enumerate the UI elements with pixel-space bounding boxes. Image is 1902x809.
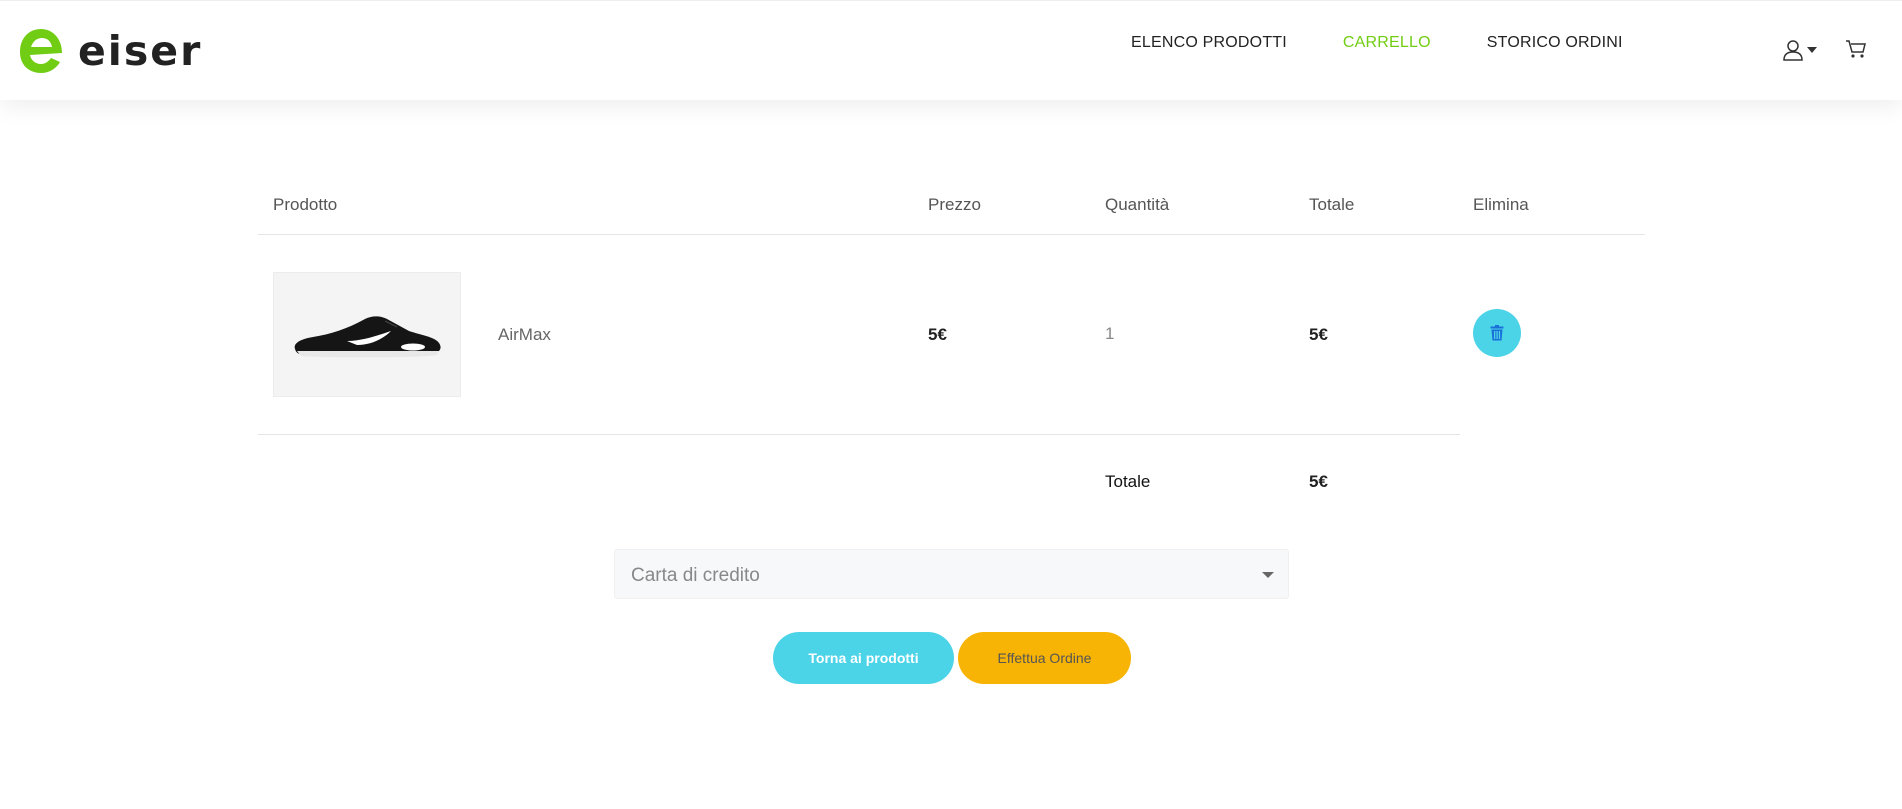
product-quantity: 1 <box>1105 324 1115 343</box>
cart-table: Prodotto Prezzo Quantità Totale Elimina … <box>258 170 1645 491</box>
caret-down-icon <box>1807 47 1817 53</box>
brand-logo[interactable]: eiser <box>18 27 202 75</box>
product-price: 5€ <box>928 325 947 344</box>
nav-item-order-history[interactable]: STORICO ORDINI <box>1487 34 1623 52</box>
delete-item-button[interactable] <box>1473 309 1521 357</box>
table-header: Prodotto Prezzo Quantità Totale Elimina <box>258 170 1645 235</box>
product-line-total: 5€ <box>1309 325 1328 344</box>
row-divider <box>258 434 1460 435</box>
sneaker-image <box>273 272 461 397</box>
table-row: AirMax 5€ 1 5€ <box>258 235 1645 435</box>
column-header-total: Totale <box>1309 195 1355 214</box>
logo-mark-icon <box>20 29 62 73</box>
cart-total-label: Totale <box>1105 472 1151 491</box>
payment-method-value: Carta di credito <box>631 565 760 586</box>
site-header: eiser ELENCO PRODOTTI CARRELLO STORICO O… <box>0 0 1902 100</box>
user-menu[interactable] <box>1782 39 1818 61</box>
brand-name: eiser <box>78 26 203 75</box>
cart-icon[interactable] <box>1845 39 1867 64</box>
column-header-quantity: Quantità <box>1105 195 1170 214</box>
cart-total-value: 5€ <box>1309 472 1328 491</box>
nav-item-cart[interactable]: CARRELLO <box>1343 34 1431 52</box>
chevron-down-icon <box>1262 572 1274 578</box>
column-header-price: Prezzo <box>928 195 981 214</box>
product-name[interactable]: AirMax <box>498 325 551 345</box>
place-order-button[interactable]: Effettua Ordine <box>958 632 1131 684</box>
back-to-products-button[interactable]: Torna ai prodotti <box>773 632 954 684</box>
main-nav: ELENCO PRODOTTI CARRELLO STORICO ORDINI <box>1131 34 1623 52</box>
payment-method-select[interactable]: Carta di credito <box>614 549 1289 599</box>
column-header-product: Prodotto <box>273 195 338 214</box>
nav-item-product-list[interactable]: ELENCO PRODOTTI <box>1131 34 1287 52</box>
trash-icon <box>1490 325 1504 341</box>
user-icon <box>1783 40 1803 61</box>
column-header-delete: Elimina <box>1473 195 1529 214</box>
